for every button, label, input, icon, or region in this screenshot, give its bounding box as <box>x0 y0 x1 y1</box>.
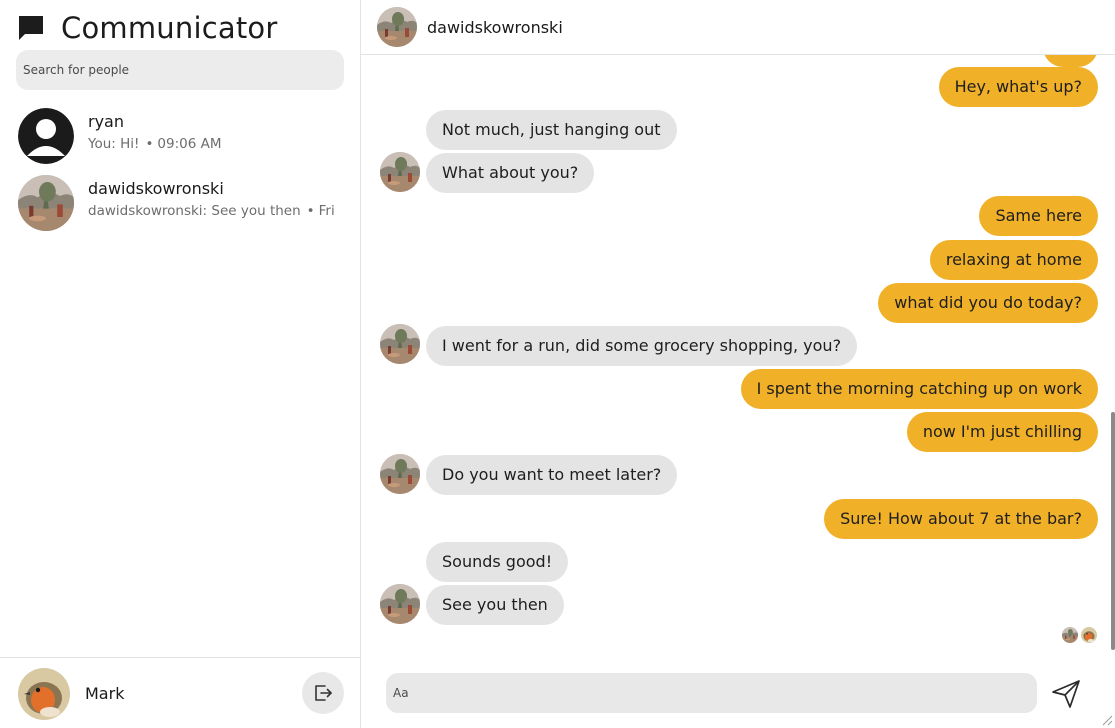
chat-bubble-icon <box>19 16 43 40</box>
conversation-item-dawidskowronski[interactable]: dawidskowronski dawidskowronski: See you… <box>0 171 360 235</box>
current-user-bar: Mark <box>0 657 360 728</box>
conversation-preview: You: Hi! • 09:06 AM <box>88 136 222 152</box>
message-bubble-outgoing: now I'm just chilling <box>906 412 1098 452</box>
message-bubble-incoming: See you then <box>426 585 564 625</box>
message-input[interactable] <box>386 673 1037 713</box>
search-input[interactable] <box>16 50 344 90</box>
current-user-name: Mark <box>85 684 125 703</box>
logout-icon <box>315 685 332 701</box>
conversation-time: Fri <box>318 203 335 219</box>
app-title: Communicator <box>61 11 278 45</box>
message-bubble-incoming: Not much, just hanging out <box>426 110 677 150</box>
robin-bird-avatar <box>18 668 70 720</box>
brand: Communicator <box>16 10 277 46</box>
logout-button[interactable] <box>302 672 344 714</box>
contact-name: dawidskowronski <box>427 18 563 37</box>
default-user-avatar <box>18 108 74 164</box>
sender-avatar <box>380 584 420 624</box>
seen-receipt-avatar <box>1081 627 1097 643</box>
chat-header: dawidskowronski <box>361 0 1115 55</box>
conversation-preview: dawidskowronski: See you then • Fri <box>88 203 335 219</box>
chat-panel: Hi! Hey, what's up? Not much, just hangi… <box>361 0 1115 728</box>
send-icon <box>1052 680 1080 708</box>
conversation-name: dawidskowronski <box>88 179 224 198</box>
seen-receipt-avatar <box>1062 627 1078 643</box>
conversation-item-ryan[interactable]: ryan You: Hi! • 09:06 AM <box>0 104 360 168</box>
message-bubble-outgoing: relaxing at home <box>929 240 1098 280</box>
sender-avatar <box>380 152 420 192</box>
conversation-name: ryan <box>88 112 124 131</box>
message-bubble-outgoing: what did you do today? <box>878 283 1098 323</box>
sender-avatar <box>380 324 420 364</box>
sender-avatar <box>380 454 420 494</box>
scrollbar[interactable] <box>1111 412 1115 650</box>
contact-avatar <box>377 7 417 47</box>
message-bubble-outgoing: Sure! How about 7 at the bar? <box>824 499 1098 539</box>
sidebar: Communicator ryan You: Hi!•09:06 AM dawi… <box>0 0 361 728</box>
landscape-photo-avatar <box>18 175 74 231</box>
message-bubble-incoming: I went for a run, did some grocery shopp… <box>426 326 858 366</box>
message-bubble-incoming: What about you? <box>426 153 595 193</box>
message-bubble-incoming: Do you want to meet later? <box>426 455 678 495</box>
message-bubble-incoming: Sounds good! <box>426 542 569 582</box>
message-bubble-outgoing: Same here <box>979 196 1098 236</box>
app-window: Communicator ryan You: Hi!•09:06 AM dawi… <box>0 0 1115 728</box>
conversation-time: 09:06 AM <box>157 136 222 152</box>
message-bubble-outgoing: I spent the morning catching up on work <box>740 369 1098 409</box>
resize-handle-icon[interactable] <box>1101 714 1113 726</box>
send-button[interactable] <box>1048 676 1084 712</box>
message-list: Hi! Hey, what's up? Not much, just hangi… <box>361 0 1115 655</box>
message-bubble-outgoing: Hey, what's up? <box>938 67 1098 107</box>
